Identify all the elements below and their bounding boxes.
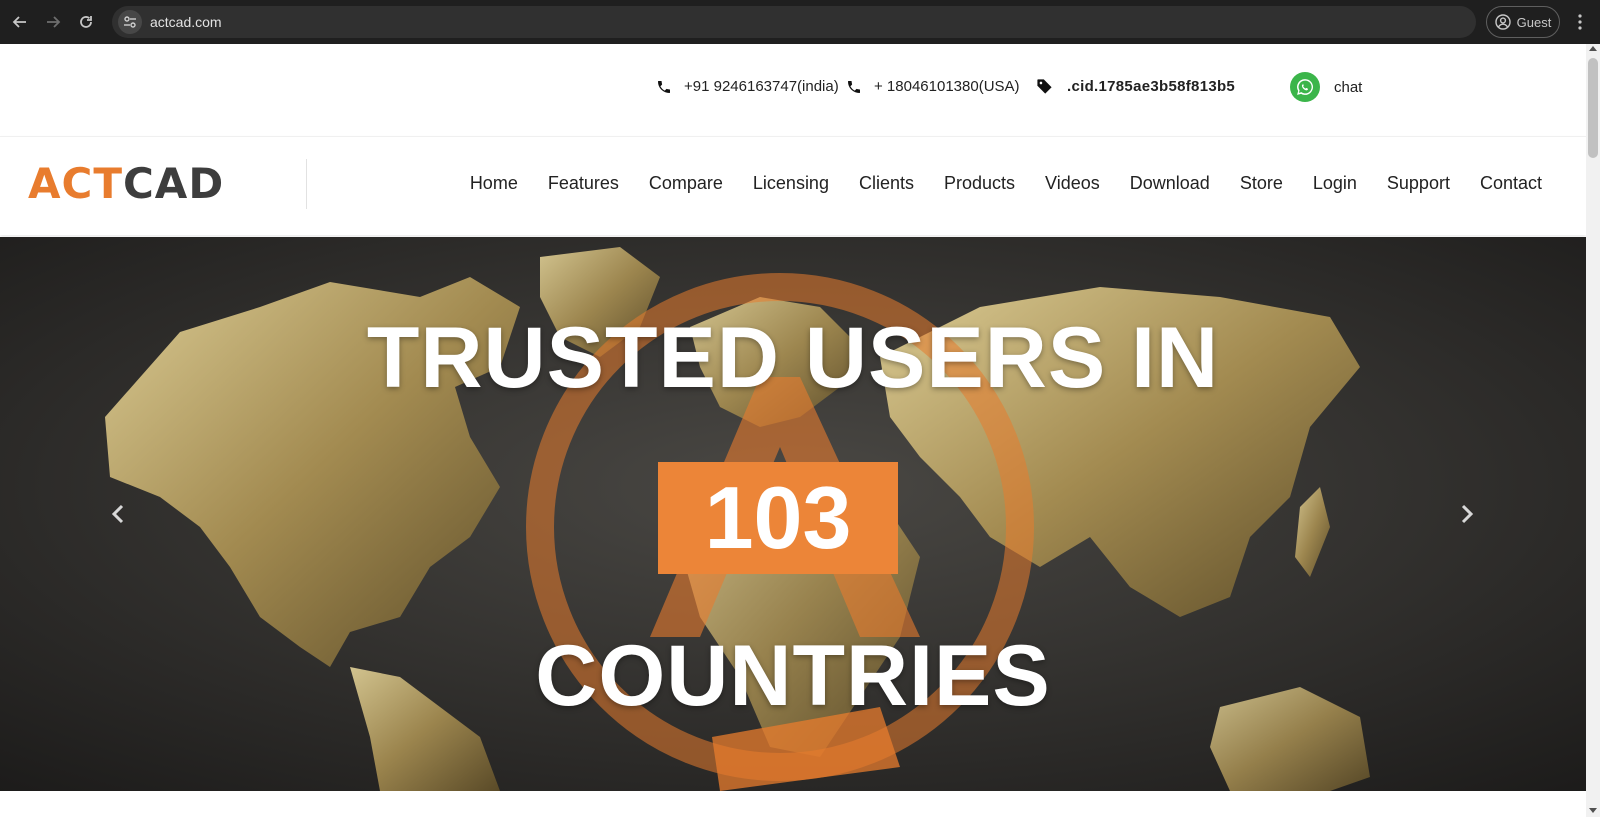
- page-scrollbar[interactable]: [1586, 44, 1600, 817]
- profile-button[interactable]: Guest: [1486, 6, 1560, 38]
- hero-title-line3: COUNTRIES: [535, 628, 1051, 724]
- logo-cad: CAD: [122, 158, 225, 208]
- menu-dots-icon: [1578, 14, 1582, 30]
- logo-act: ACT: [28, 158, 123, 208]
- site-info-icon: [124, 16, 136, 28]
- phone-icon: [658, 80, 670, 93]
- contact-bar: +91 9246163747(india) + 18046101380(USA)…: [0, 44, 1586, 136]
- nav-support[interactable]: Support: [1387, 173, 1450, 194]
- nav-videos[interactable]: Videos: [1045, 173, 1100, 194]
- main-nav: Home Features Compare Licensing Clients …: [470, 173, 1542, 194]
- nav-licensing[interactable]: Licensing: [753, 173, 829, 194]
- below-hero-area: [0, 791, 1586, 817]
- chevron-left-icon: [111, 504, 124, 524]
- nav-products[interactable]: Products: [944, 173, 1015, 194]
- nav-login[interactable]: Login: [1313, 173, 1357, 194]
- site-info-button[interactable]: [118, 10, 142, 34]
- slider-prev-button[interactable]: [103, 499, 133, 529]
- reload-icon: [80, 16, 92, 28]
- phone-usa-text: + 18046101380(USA): [874, 78, 1020, 95]
- profile-icon: [1494, 14, 1511, 30]
- phone-usa[interactable]: + 18046101380(USA): [846, 78, 1020, 95]
- nav-contact[interactable]: Contact: [1480, 173, 1542, 194]
- forward-arrow-icon: [47, 16, 61, 28]
- scroll-down-arrow[interactable]: [1589, 808, 1597, 813]
- back-button[interactable]: [6, 8, 34, 36]
- hero-slider: TRUSTED USERS IN 103 COUNTRIES: [0, 237, 1586, 791]
- reload-button[interactable]: [72, 8, 100, 36]
- header-divider: [306, 159, 307, 209]
- scroll-thumb[interactable]: [1588, 58, 1598, 158]
- whatsapp-icon: [1290, 72, 1320, 102]
- nav-home[interactable]: Home: [470, 173, 518, 194]
- nav-store[interactable]: Store: [1240, 173, 1283, 194]
- scroll-up-arrow[interactable]: [1589, 46, 1597, 51]
- slider-next-button[interactable]: [1452, 499, 1482, 529]
- tag-icon: [1037, 79, 1052, 94]
- chat-label: chat: [1334, 78, 1363, 96]
- back-arrow-icon: [12, 16, 26, 28]
- phone-india-text: +91 9246163747(india): [684, 78, 839, 95]
- nav-download[interactable]: Download: [1130, 173, 1210, 194]
- cid-text: .cid.1785ae3b58f813b5: [1067, 78, 1236, 95]
- nav-compare[interactable]: Compare: [649, 173, 723, 194]
- nav-clients[interactable]: Clients: [859, 173, 914, 194]
- browser-menu-button[interactable]: [1568, 8, 1592, 36]
- browser-toolbar: actcad.com Guest: [0, 0, 1600, 44]
- country-count: 103: [704, 468, 852, 567]
- page-viewport: +91 9246163747(india) + 18046101380(USA)…: [0, 44, 1586, 817]
- site-header: ACT CAD Home Features Compare Licensing C…: [0, 136, 1586, 235]
- cid-tag: .cid.1785ae3b58f813b5: [1036, 78, 1235, 95]
- phone-india[interactable]: +91 9246163747(india): [656, 78, 839, 95]
- forward-button[interactable]: [39, 8, 67, 36]
- nav-features[interactable]: Features: [548, 173, 619, 194]
- actcad-logo[interactable]: ACT CAD: [28, 159, 224, 208]
- country-count-badge: 103: [658, 462, 898, 574]
- chevron-right-icon: [1461, 504, 1474, 524]
- hero-title-line1: TRUSTED USERS IN: [366, 310, 1220, 406]
- url-text[interactable]: actcad.com: [150, 14, 222, 30]
- profile-label: Guest: [1516, 14, 1552, 30]
- address-bar[interactable]: actcad.com: [112, 6, 1476, 38]
- phone-icon: [848, 80, 860, 93]
- whatsapp-chat-link[interactable]: chat: [1290, 72, 1362, 102]
